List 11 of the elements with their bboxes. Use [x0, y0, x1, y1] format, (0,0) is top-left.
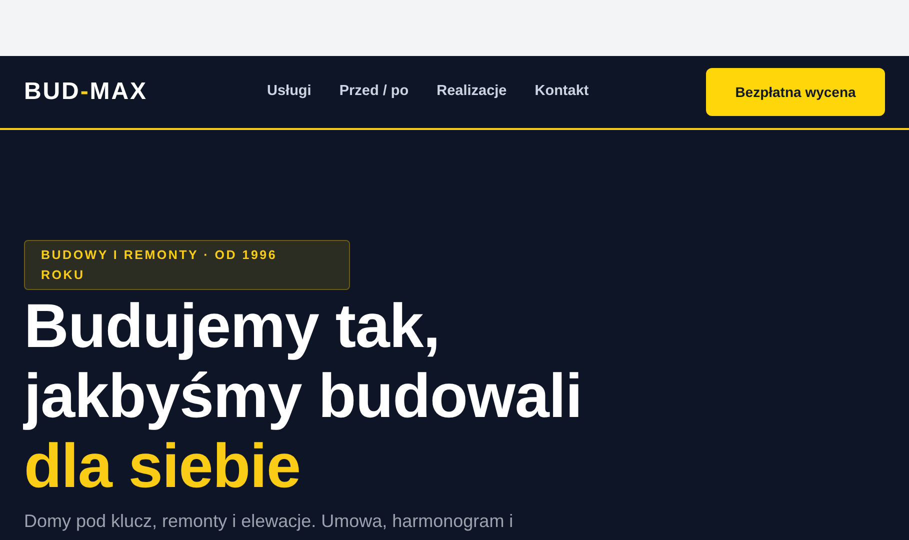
free-quote-button[interactable]: Bezpłatna wycena [706, 68, 885, 116]
tagline-text: BUDOWY I REMONTY · OD 1996 ROKU [41, 247, 278, 284]
headline-line: Budujemy tak, [24, 292, 441, 362]
headline-line: jakbyśmy budowali [24, 362, 583, 432]
nav-link[interactable]: Przed / po [339, 81, 409, 103]
nav-link[interactable]: Usługi [267, 81, 312, 103]
nav-link[interactable]: Realizacje [436, 81, 507, 103]
lead-paragraph: Domy pod klucz, remonty i elewacje. Umowa, harmonogram i [24, 510, 514, 533]
headline-line: dla siebie [24, 432, 302, 502]
nav-link[interactable]: Kontakt [534, 81, 589, 103]
logo[interactable]: BUD-MAX [24, 74, 224, 110]
